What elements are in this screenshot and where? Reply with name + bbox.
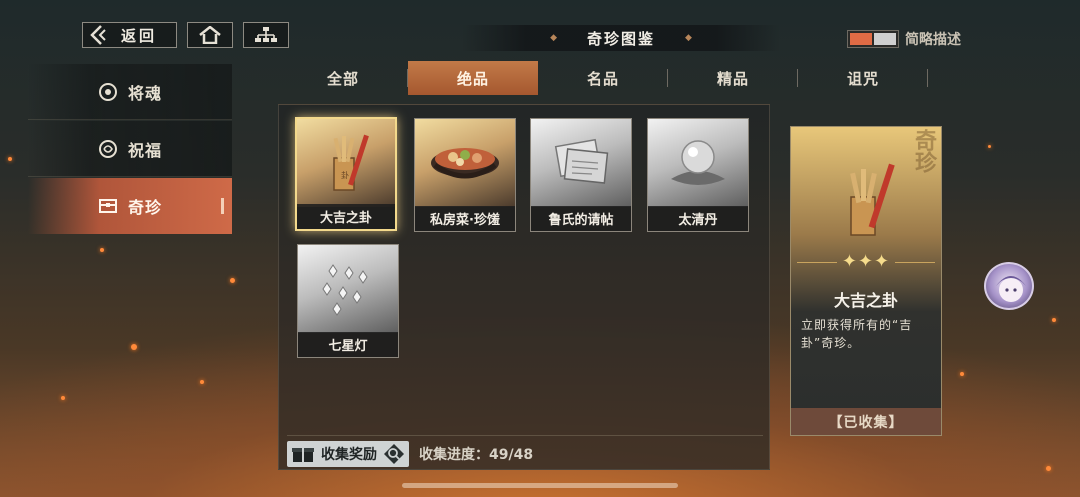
- character-portrait-icon: [996, 276, 1026, 302]
- ember-particle: [8, 157, 12, 161]
- tab-curse[interactable]: 诅咒: [798, 61, 928, 95]
- blessing-icon: [98, 139, 118, 159]
- sidebar-item-label: 祝福: [128, 140, 163, 160]
- detail-item-name: 大吉之卦: [833, 291, 898, 310]
- collected-status-badge: 【已收集】: [791, 408, 941, 435]
- ember-particle: [230, 278, 235, 283]
- ember-particle: [988, 145, 991, 148]
- hierarchy-button[interactable]: [243, 22, 289, 48]
- item-card[interactable]: 鲁氏的请帖: [530, 118, 632, 232]
- toggle-knob: [874, 33, 896, 45]
- top-nav: 返回: [82, 22, 289, 50]
- magnifier-icon: [384, 443, 404, 464]
- sidebar-item-label: 奇珍: [128, 198, 163, 217]
- item-card[interactable]: 卦 大吉之卦: [295, 117, 397, 231]
- brief-description-toggle[interactable]: [847, 30, 899, 48]
- back-button[interactable]: 返回: [82, 22, 177, 48]
- toggle-on-segment: [850, 33, 872, 45]
- active-indicator: [221, 198, 224, 214]
- item-name: 私房菜·珍馐: [415, 206, 515, 231]
- tab-fine[interactable]: 精品: [668, 61, 798, 95]
- item-name: 七星灯: [298, 332, 398, 357]
- hierarchy-icon: [255, 27, 277, 42]
- collection-reward-button[interactable]: 收集奖励: [287, 440, 409, 467]
- ember-particle: [100, 248, 104, 252]
- invitation-letter-icon: [531, 119, 631, 207]
- item-name: 鲁氏的请帖: [531, 206, 631, 231]
- reward-label: 收集奖励: [321, 446, 377, 463]
- crystal-orb-icon: [648, 119, 748, 207]
- category-sidebar: 将魂 祝福 奇珍: [28, 64, 232, 235]
- item-name: 太清丹: [648, 206, 748, 231]
- soul-icon: [98, 82, 118, 102]
- svg-text:卦: 卦: [341, 170, 349, 180]
- brief-description-toggle-group: 简略描述: [847, 29, 961, 49]
- sidebar-item-blessing[interactable]: 祝福: [28, 121, 232, 177]
- home-icon: [199, 26, 221, 44]
- page-title-bar: ◆ 奇珍图鉴 ◆: [462, 25, 780, 51]
- divider-right: [895, 262, 935, 263]
- item-card[interactable]: 太清丹: [647, 118, 749, 232]
- ember-particle: [960, 372, 964, 376]
- item-name: 大吉之卦: [297, 204, 395, 229]
- ornament-icon: ◆: [685, 33, 692, 43]
- treasure-grid-panel: 卦 大吉之卦 私房菜·珍馐 鲁氏的请帖 太清丹 七星灯 收集奖励 收集进度：49…: [278, 104, 770, 470]
- food-pot-icon: [415, 119, 515, 207]
- divination-sticks-icon: [791, 141, 941, 259]
- item-card[interactable]: 七星灯: [297, 244, 399, 358]
- home-indicator[interactable]: [402, 483, 678, 488]
- rarity-tabs: 全部 绝品 名品 精品 诅咒: [278, 61, 928, 95]
- divination-sticks-icon: 卦: [297, 119, 395, 207]
- home-button[interactable]: [187, 22, 233, 48]
- ember-particle: [131, 344, 137, 350]
- seven-star-lamps-icon: [298, 245, 398, 333]
- tab-famous[interactable]: 名品: [538, 61, 668, 95]
- character-avatar[interactable]: [984, 262, 1034, 310]
- back-arrow-icon: [90, 25, 106, 45]
- detail-description: 立即获得所有的“吉卦”奇珍。: [801, 318, 913, 350]
- ember-particle: [61, 396, 65, 400]
- collection-progress: 收集进度：49/48: [419, 446, 534, 463]
- page-title: 奇珍图鉴: [586, 29, 655, 48]
- gift-box-icon: [292, 447, 314, 462]
- ember-particle: [1052, 318, 1056, 322]
- ember-particle: [200, 380, 204, 384]
- back-label: 返回: [121, 26, 158, 45]
- collection-footer: 收集奖励 收集进度：49/48: [287, 435, 763, 467]
- sidebar-item-soul[interactable]: 将魂: [28, 64, 232, 120]
- tab-supreme[interactable]: 绝品: [408, 61, 538, 95]
- tab-all[interactable]: 全部: [278, 61, 408, 95]
- sidebar-item-label: 将魂: [128, 83, 163, 103]
- treasure-chest-icon: [98, 196, 118, 216]
- ornament-icon: ◆: [550, 33, 557, 43]
- item-card[interactable]: 私房菜·珍馐: [414, 118, 516, 232]
- item-detail-panel: 奇珍 ✦✦✦ 大吉之卦 立即获得所有的“吉卦”奇珍。 【已收集】: [790, 126, 942, 436]
- ember-particle: [1046, 466, 1051, 471]
- toggle-label: 简略描述: [905, 32, 961, 48]
- sidebar-item-treasure[interactable]: 奇珍: [28, 178, 232, 234]
